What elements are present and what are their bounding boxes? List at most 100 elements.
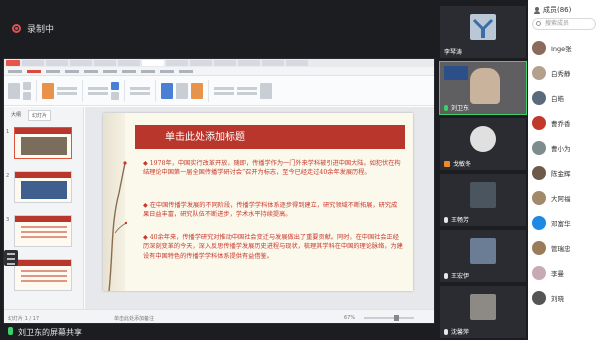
bold-icon[interactable] [111, 81, 119, 90]
thumb-number: 3 [6, 217, 10, 223]
ribbon-tab[interactable] [179, 69, 193, 73]
video-tile[interactable]: 王畅芳 [440, 174, 526, 226]
avatar [532, 241, 546, 255]
doc-tab[interactable] [286, 60, 308, 66]
ribbon-tab[interactable] [122, 69, 136, 73]
zoom-slider-handle[interactable] [394, 315, 399, 321]
ribbon-tabs [4, 67, 434, 76]
participant-name: 王宏伊 [451, 273, 470, 280]
doc-tab[interactable] [238, 60, 260, 66]
slide-thumbnail[interactable] [14, 215, 72, 247]
doc-tab[interactable] [94, 60, 116, 66]
ribbon-tab[interactable] [141, 69, 155, 73]
doc-tab-active[interactable] [142, 60, 164, 66]
mic-icon [444, 104, 448, 111]
doc-tab[interactable] [70, 60, 92, 66]
app-menu-tab[interactable] [6, 60, 20, 66]
participant-name: 王畅芳 [451, 217, 470, 224]
avatar [532, 216, 546, 230]
doc-tab[interactable] [46, 60, 68, 66]
new-slide-icon[interactable] [42, 82, 54, 99]
search-placeholder: 搜索成员 [545, 20, 570, 27]
arrange-icon[interactable] [191, 82, 203, 99]
slide-paragraph[interactable]: ◆ 在中国传播学发展的不同阶段，传播学学科体系逐步得到建立，研究领域不断拓展，研… [143, 201, 403, 220]
doc-tab[interactable] [22, 60, 44, 66]
doc-tab[interactable] [262, 60, 284, 66]
member-list-item[interactable]: 大阿福 [532, 189, 571, 207]
doc-tab[interactable] [190, 60, 212, 66]
ribbon-tab[interactable] [160, 69, 174, 73]
tab-slides[interactable]: 幻灯片 [28, 110, 52, 121]
recording-indicator[interactable]: 录制中 [12, 22, 54, 35]
video-tile[interactable]: 李琴涛 [440, 6, 526, 58]
zoom-slider[interactable] [364, 315, 414, 321]
find-icon[interactable] [260, 82, 272, 99]
branch-decoration [108, 161, 127, 291]
video-column: 李琴涛 刘卫东 戈敏冬 王畅芳 王宏伊 沈馨萍 [438, 0, 528, 340]
slide-thumbnail[interactable] [14, 259, 72, 291]
member-list-item[interactable]: 曹小为 [532, 139, 571, 157]
video-tile[interactable]: 沈馨萍 [440, 286, 526, 338]
member-list-item[interactable]: 白皓 [532, 89, 564, 107]
ribbon-tab[interactable] [65, 69, 79, 73]
member-list-item[interactable]: 曹乔香 [532, 114, 571, 132]
member-list-item[interactable]: 管瑞忠 [532, 239, 571, 257]
slide-canvas[interactable]: 单击此处添加标题 ◆ 1978年，中国实行改革开放，随即，传播学作为一门外来学科… [103, 113, 413, 291]
member-search-input[interactable]: 搜索成员 [532, 18, 596, 30]
textbox-icon[interactable] [161, 82, 173, 99]
mic-icon [444, 216, 448, 223]
video-background [444, 66, 468, 80]
member-name: 曹小为 [551, 145, 571, 153]
shape-icon[interactable] [176, 82, 188, 99]
video-tile[interactable]: 王宏伊 [440, 230, 526, 282]
doc-tab[interactable] [118, 60, 140, 66]
notes-placeholder[interactable]: 单击此处添加备注 [114, 315, 154, 322]
thumb-number: 1 [6, 129, 10, 135]
avatar [532, 141, 546, 155]
italic-icon[interactable] [111, 91, 119, 100]
member-name: 陈金辉 [551, 170, 571, 178]
slide-thumbnail[interactable] [14, 127, 72, 159]
member-list-item[interactable]: Inge张 [532, 39, 572, 57]
document-body: 大纲 幻灯片 1 2 3 4 [4, 107, 434, 323]
tab-outline[interactable]: 大纲 [8, 110, 24, 121]
ribbon-tab[interactable] [8, 69, 22, 73]
mic-icon [444, 272, 448, 279]
font-style-row[interactable] [88, 91, 108, 95]
ribbon-tab[interactable] [84, 69, 98, 73]
video-tile-active-speaker[interactable]: 刘卫东 [439, 61, 527, 115]
member-list-item[interactable]: 邓富华 [532, 214, 571, 232]
record-icon [12, 24, 21, 33]
participant-name: 刘卫东 [451, 105, 470, 112]
slide-title[interactable]: 单击此处添加标题 [165, 128, 245, 143]
avatar [470, 238, 496, 264]
ribbon-tab-active[interactable] [27, 69, 41, 73]
cut-icon[interactable] [23, 81, 31, 90]
video-tile[interactable]: 戈敏冬 [440, 118, 526, 170]
doc-tab[interactable] [214, 60, 236, 66]
member-name: 曹乔香 [551, 120, 571, 128]
slide-paragraph[interactable]: ◆ 40余年来，传播学研究对推动中国社会变迁与发展做出了重要贡献。同时，在中国社… [143, 233, 403, 261]
members-panel: 成员(86) 搜索成员 Inge张白秀静白皓曹乔香曹小为陈金辉大阿福邓富华管瑞忠… [528, 0, 600, 340]
slide-paragraph[interactable]: ◆ 1978年，中国实行改革开放，随即，传播学作为一门外来学科被引进中国大陆。如… [143, 159, 403, 178]
avatar [532, 116, 546, 130]
member-list-item[interactable]: 刘晓 [532, 289, 564, 307]
align-row[interactable] [130, 86, 150, 90]
avatar [532, 191, 546, 205]
zoom-level[interactable]: 67% [344, 315, 355, 321]
ribbon-tab[interactable] [103, 69, 117, 73]
paste-icon[interactable] [8, 82, 20, 99]
member-list-item[interactable]: 李曼 [532, 264, 564, 282]
members-title: 成员(86) [543, 6, 572, 14]
top-bar: 录制中 [0, 0, 438, 58]
avatar [470, 14, 496, 40]
indent-row[interactable] [130, 91, 150, 95]
doc-tab[interactable] [166, 60, 188, 66]
member-list-item[interactable]: 陈金辉 [532, 164, 571, 182]
ribbon-tab[interactable] [46, 69, 60, 73]
member-list-item[interactable]: 白秀静 [532, 64, 571, 82]
menu-icon[interactable] [4, 250, 18, 266]
copy-icon[interactable] [23, 91, 31, 100]
slide-thumbnail[interactable] [14, 171, 72, 203]
font-select[interactable] [88, 86, 108, 90]
